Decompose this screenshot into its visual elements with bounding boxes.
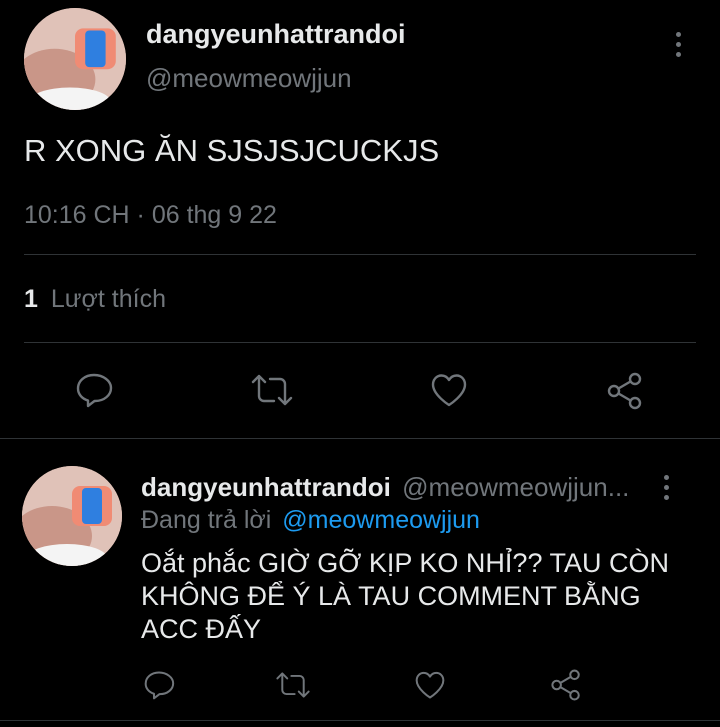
reply-reply-icon[interactable]: [140, 668, 178, 702]
main-reply-icon[interactable]: [72, 370, 116, 410]
replying-to: Đang trả lời @meowmeowjjun: [141, 506, 480, 535]
section-divider: [0, 438, 720, 439]
main-share-icon[interactable]: [604, 370, 646, 412]
main-heart-icon[interactable]: [428, 370, 470, 410]
divider-2: [24, 342, 696, 343]
reply-tweet-text: Oắt phắc GIỜ GỠ KỊP KO NHỈ?? TAU CÒN KHÔ…: [141, 547, 669, 646]
main-display-name[interactable]: dangyeunhattrandoi: [146, 19, 406, 50]
replying-to-label: Đang trả lời: [141, 506, 272, 534]
reply-display-name: dangyeunhattrandoi: [141, 472, 391, 502]
reply-text-line: KHÔNG ĐỂ Ý LÀ TAU COMMENT BẰNG: [141, 581, 641, 611]
bottom-divider: [0, 720, 720, 721]
likes-label: Lượt thích: [50, 285, 166, 313]
main-more-options-icon[interactable]: [674, 32, 682, 57]
main-timestamp[interactable]: 10:16 CH · 06 thg 9 22: [24, 201, 277, 230]
main-retweet-icon[interactable]: [248, 370, 296, 410]
reply-text-line: ACC ĐẤY: [141, 614, 262, 644]
reply-handle: @meowmeowjjun...: [402, 472, 630, 502]
reply-header[interactable]: dangyeunhattrandoi @meowmeowjjun...: [141, 472, 629, 503]
replying-to-handle[interactable]: @meowmeowjjun: [282, 506, 480, 534]
avatar-image: [24, 8, 126, 110]
likes-count: 1: [24, 285, 38, 313]
likes-stat[interactable]: 1 Lượt thích: [24, 285, 166, 314]
reply-share-icon[interactable]: [548, 667, 584, 703]
avatar-image: [22, 466, 122, 566]
reply-heart-icon[interactable]: [411, 668, 449, 702]
reply-text-line: Oắt phắc GIỜ GỠ KỊP KO NHỈ?? TAU CÒN: [141, 548, 669, 578]
main-handle[interactable]: @meowmeowjjun: [146, 63, 352, 94]
main-tweet-text: R XONG ĂN SJSJSJCUCKJS: [24, 133, 440, 168]
reply-avatar[interactable]: [22, 466, 122, 566]
main-avatar[interactable]: [24, 8, 126, 110]
reply-retweet-icon[interactable]: [272, 668, 314, 702]
reply-more-options-icon[interactable]: [662, 475, 670, 500]
divider-1: [24, 254, 696, 255]
